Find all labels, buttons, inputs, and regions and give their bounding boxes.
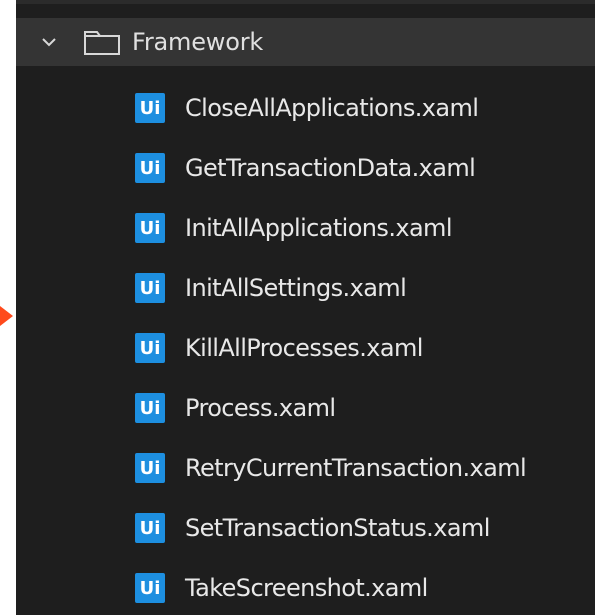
project-tree-panel: Framework Ui CloseAllApplications.xaml U… — [16, 0, 595, 615]
folder-row-framework[interactable]: Framework — [16, 18, 595, 66]
chevron-down-icon[interactable] — [28, 18, 70, 66]
file-item[interactable]: Ui GetTransactionData.xaml — [16, 138, 595, 198]
uipath-file-icon: Ui — [135, 333, 165, 363]
uipath-file-icon: Ui — [135, 453, 165, 483]
file-item[interactable]: Ui InitAllSettings.xaml — [16, 258, 595, 318]
folder-name: Framework — [132, 28, 264, 56]
file-item[interactable]: Ui SetTransactionStatus.xaml — [16, 498, 595, 558]
file-name: RetryCurrentTransaction.xaml — [185, 454, 527, 482]
uipath-file-icon: Ui — [135, 213, 165, 243]
uipath-file-icon: Ui — [135, 573, 165, 603]
file-item[interactable]: Ui Process.xaml — [16, 378, 595, 438]
file-name: GetTransactionData.xaml — [185, 154, 476, 182]
uipath-file-icon: Ui — [135, 513, 165, 543]
file-item[interactable]: Ui TakeScreenshot.xaml — [16, 558, 595, 615]
folder-icon — [82, 28, 122, 56]
file-item[interactable]: Ui CloseAllApplications.xaml — [16, 78, 595, 138]
file-item[interactable]: Ui RetryCurrentTransaction.xaml — [16, 438, 595, 498]
file-item[interactable]: Ui InitAllApplications.xaml — [16, 198, 595, 258]
file-name: KillAllProcesses.xaml — [185, 334, 423, 362]
file-name: TakeScreenshot.xaml — [185, 574, 428, 602]
file-name: InitAllSettings.xaml — [185, 274, 407, 302]
uipath-file-icon: Ui — [135, 153, 165, 183]
file-name: InitAllApplications.xaml — [185, 214, 453, 242]
uipath-file-icon: Ui — [135, 393, 165, 423]
uipath-file-icon: Ui — [135, 273, 165, 303]
file-name: Process.xaml — [185, 394, 336, 422]
uipath-file-icon: Ui — [135, 93, 165, 123]
file-item[interactable]: Ui KillAllProcesses.xaml — [16, 318, 595, 378]
file-name: CloseAllApplications.xaml — [185, 94, 479, 122]
pointer-arrow-icon — [0, 306, 13, 326]
file-list: Ui CloseAllApplications.xaml Ui GetTrans… — [16, 78, 595, 615]
file-name: SetTransactionStatus.xaml — [185, 514, 490, 542]
